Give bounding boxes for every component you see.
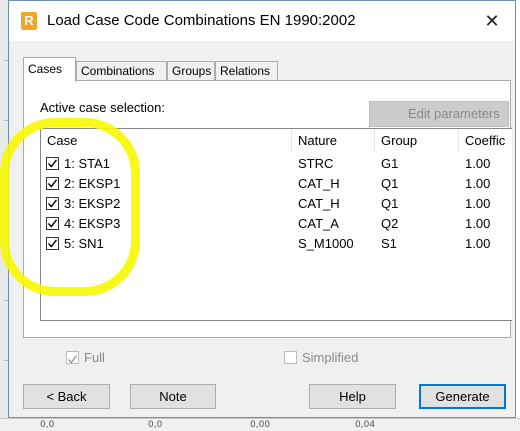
help-button[interactable]: Help [309, 384, 396, 409]
simplified-checkbox[interactable] [284, 351, 297, 364]
full-label: Full [84, 350, 105, 365]
background-bottom-strip: 0,0 0,0 0,00 0,04 [0, 418, 520, 431]
tab-relations[interactable]: Relations [215, 61, 278, 80]
edit-parameters-button[interactable]: Edit parameters [369, 101, 509, 127]
simplified-label: Simplified [302, 350, 359, 365]
case-coefficient: 1.00 [465, 216, 491, 231]
tab-groups[interactable]: Groups [167, 61, 215, 80]
background-tick: 0,0 [40, 420, 55, 430]
case-nature: S_M1000 [298, 236, 354, 251]
active-case-selection-label: Active case selection: [40, 100, 166, 115]
case-nature: CAT_A [298, 216, 339, 231]
tab-combinations[interactable]: Combinations [76, 61, 167, 80]
case-group: S1 [381, 236, 397, 251]
full-checkbox[interactable] [66, 351, 79, 364]
window-title: Load Case Code Combinations EN 1990:2002 [47, 12, 356, 29]
case-nature: CAT_H [298, 196, 340, 211]
column-header-nature[interactable]: Nature [292, 129, 375, 153]
case-coefficient: 1.00 [465, 236, 491, 251]
background-tick: 0,00 [250, 420, 271, 430]
case-group: Q2 [381, 216, 399, 231]
title-bar: R Load Case Code Combinations EN 1990:20… [9, 1, 515, 41]
case-nature: CAT_H [298, 176, 340, 191]
case-nature: STRC [298, 156, 334, 171]
case-group: Q1 [381, 176, 399, 191]
highlight-annotation [0, 118, 140, 296]
case-coefficient: 1.00 [465, 196, 491, 211]
close-icon[interactable]: ✕ [469, 1, 515, 41]
column-header-group[interactable]: Group [375, 129, 459, 153]
background-tick: 0,0 [148, 420, 163, 430]
robot-app-icon: R [21, 12, 37, 30]
generate-button[interactable]: Generate [419, 384, 506, 409]
case-coefficient: 1.00 [465, 156, 491, 171]
back-button[interactable]: < Back [23, 384, 110, 409]
note-button[interactable]: Note [130, 384, 216, 409]
background-tick: 0,04 [355, 420, 376, 430]
case-coefficient: 1.00 [465, 176, 491, 191]
column-header-coefficient[interactable]: Coeffic [459, 129, 512, 153]
tab-cases[interactable]: Cases [23, 57, 76, 82]
case-group: G1 [381, 156, 399, 171]
case-group: Q1 [381, 196, 399, 211]
